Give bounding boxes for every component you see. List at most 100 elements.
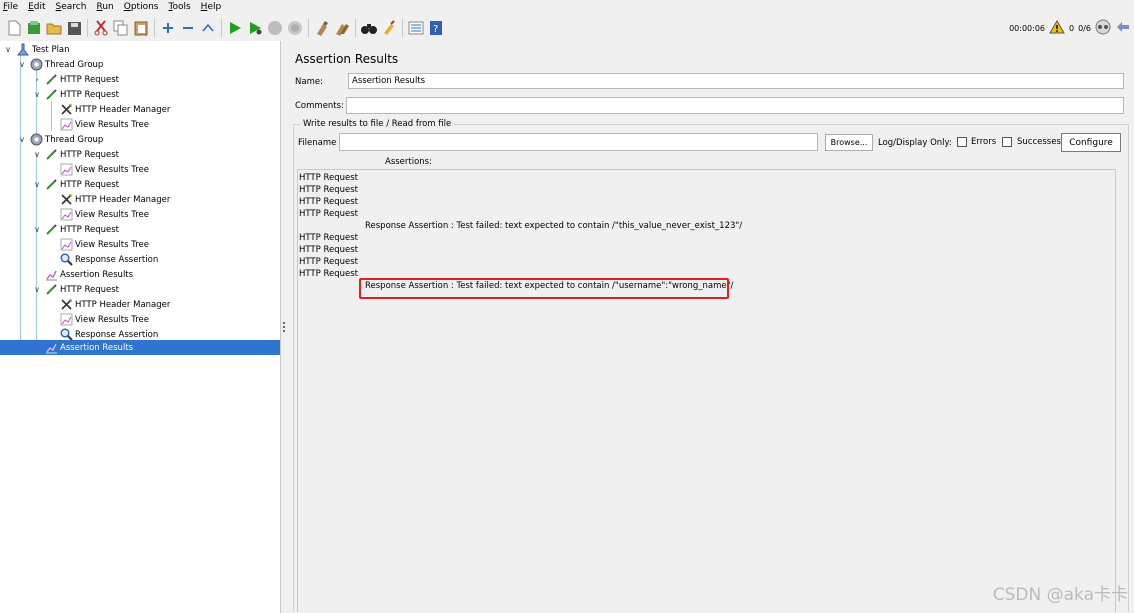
help-icon[interactable]: ? xyxy=(427,19,445,37)
configure-button[interactable]: Configure xyxy=(1061,133,1121,152)
warning-count: 0 xyxy=(1069,23,1075,33)
menu-run[interactable]: Run xyxy=(96,2,113,12)
stop-icon[interactable] xyxy=(266,19,284,37)
collapse-chevron-icon[interactable]: ∨ xyxy=(17,60,27,70)
tree-item-http-request[interactable]: ∨ HTTP Request xyxy=(0,222,280,237)
result-line-sampler: HTTP Request xyxy=(299,245,358,255)
clear-all-icon[interactable] xyxy=(333,19,351,37)
collapse-chevron-icon[interactable]: ∨ xyxy=(3,45,13,55)
tree-item-response-assertion[interactable]: Response Assertion xyxy=(0,252,280,267)
toolbar-separator xyxy=(154,19,155,37)
status-area: 00:00:06 0 0/6 xyxy=(1009,15,1134,41)
collapse-icon[interactable] xyxy=(179,19,197,37)
collapse-chevron-icon[interactable]: ∨ xyxy=(32,150,42,160)
comments-field[interactable] xyxy=(346,97,1124,114)
shutdown-icon[interactable] xyxy=(286,19,304,37)
open-folder-icon[interactable] xyxy=(45,19,63,37)
cut-icon[interactable] xyxy=(92,19,110,37)
expand-chevron-icon[interactable]: › xyxy=(32,75,42,85)
remote-icon[interactable] xyxy=(1115,20,1131,36)
tree-item-http-request[interactable]: ∨ HTTP Request xyxy=(0,147,280,162)
test-plan-icon xyxy=(16,43,30,56)
menu-bar: File Edit Search Run Options Tools Help xyxy=(0,0,1134,14)
function-helper-list-icon[interactable] xyxy=(407,19,425,37)
tree-item-http-request[interactable]: ∨ HTTP Request xyxy=(0,282,280,297)
toolbar-separator xyxy=(402,19,403,37)
tree-item-view-results-tree[interactable]: View Results Tree xyxy=(0,237,280,252)
assertion-results-panel: Assertion Results Name: Assertion Result… xyxy=(289,41,1134,613)
tree-item-label: HTTP Header Manager xyxy=(75,104,171,115)
http-request-pipette-icon xyxy=(44,88,58,101)
tree-item-view-results-tree[interactable]: View Results Tree xyxy=(0,312,280,327)
menu-edit[interactable]: Edit xyxy=(28,2,45,12)
view-results-tree-icon xyxy=(59,313,73,326)
highlight-box xyxy=(359,278,729,299)
menu-tools[interactable]: Tools xyxy=(168,2,190,12)
successes-checkbox[interactable] xyxy=(1002,137,1012,147)
search-binoculars-icon[interactable] xyxy=(360,19,378,37)
clear-icon[interactable] xyxy=(313,19,331,37)
tree-item-http-header-manager[interactable]: HTTP Header Manager xyxy=(0,297,280,312)
assertions-results-area[interactable] xyxy=(297,169,1116,612)
expand-icon[interactable] xyxy=(159,19,177,37)
tree-item-view-results-tree[interactable]: View Results Tree xyxy=(0,117,280,132)
result-line-sampler: HTTP Request xyxy=(299,185,358,195)
new-file-icon[interactable] xyxy=(5,19,23,37)
tree-item-view-results-tree[interactable]: View Results Tree xyxy=(0,162,280,177)
tree-item-label: Assertion Results xyxy=(60,342,134,353)
collapse-chevron-icon[interactable]: ∨ xyxy=(32,285,42,295)
templates-icon[interactable] xyxy=(25,19,43,37)
tree-item-label: HTTP Request xyxy=(60,179,119,190)
toggle-icon[interactable] xyxy=(199,19,217,37)
collapse-chevron-icon[interactable]: ∨ xyxy=(32,225,42,235)
tree-item-label: View Results Tree xyxy=(75,119,149,130)
tree-item-assertion-results[interactable]: Assertion Results xyxy=(0,267,280,282)
warning-icon[interactable] xyxy=(1049,20,1065,36)
tree-item-label: HTTP Request xyxy=(60,74,119,85)
name-field[interactable]: Assertion Results xyxy=(348,73,1124,89)
tree-item-http-header-manager[interactable]: HTTP Header Manager xyxy=(0,192,280,207)
paste-icon[interactable] xyxy=(132,19,150,37)
tree-item-view-results-tree[interactable]: View Results Tree xyxy=(0,207,280,222)
thread-group-gear-icon xyxy=(29,58,43,71)
start-no-timers-icon[interactable] xyxy=(246,19,264,37)
start-icon[interactable] xyxy=(226,19,244,37)
result-line-assertion-failure: Response Assertion : Test failed: text e… xyxy=(365,221,743,231)
filename-label: Filename xyxy=(298,138,337,148)
menu-help[interactable]: Help xyxy=(201,2,222,12)
copy-icon[interactable] xyxy=(112,19,130,37)
collapse-chevron-icon[interactable]: ∨ xyxy=(32,180,42,190)
tree-item-label: HTTP Request xyxy=(60,149,119,160)
tree-item-assertion-results-selected[interactable]: Assertion Results xyxy=(0,340,280,355)
tree-item-http-header-manager[interactable]: HTTP Header Manager xyxy=(0,102,280,117)
assertions-label: Assertions: xyxy=(385,157,432,167)
tree-item-thread-group[interactable]: ∨ Thread Group xyxy=(0,132,280,147)
save-icon[interactable] xyxy=(65,19,83,37)
tree-item-thread-group[interactable]: ∨ Thread Group xyxy=(0,57,280,72)
assertion-results-chart-icon xyxy=(44,268,58,281)
menu-options[interactable]: Options xyxy=(124,2,159,12)
tree-item-label: Thread Group xyxy=(45,134,104,145)
watermark: CSDN @aka卡卡 xyxy=(992,585,1128,605)
test-plan-tree: ∨ Test Plan ∨ Thread Group › HTTP Reques… xyxy=(0,41,281,613)
errors-checkbox[interactable] xyxy=(957,137,967,147)
toolbar-separator xyxy=(308,19,309,37)
tree-item-http-request[interactable]: › HTTP Request xyxy=(0,72,280,87)
splitter-grip-icon[interactable] xyxy=(283,322,286,332)
filename-field[interactable] xyxy=(339,133,818,151)
collapse-chevron-icon[interactable]: ∨ xyxy=(32,90,42,100)
tree-item-test-plan[interactable]: ∨ Test Plan xyxy=(0,42,280,57)
tree-item-http-request[interactable]: ∨ HTTP Request xyxy=(0,177,280,192)
browse-button[interactable]: Browse... xyxy=(825,134,873,151)
http-request-pipette-icon xyxy=(44,148,58,161)
panel-splitter[interactable] xyxy=(281,41,289,613)
menu-search[interactable]: Search xyxy=(56,2,87,12)
tree-item-http-request[interactable]: ∨ HTTP Request xyxy=(0,87,280,102)
reset-search-broom-icon[interactable] xyxy=(380,19,398,37)
collapse-chevron-icon[interactable]: ∨ xyxy=(17,135,27,145)
tree-item-label: HTTP Request xyxy=(60,89,119,100)
menu-file[interactable]: File xyxy=(3,2,18,12)
tree-item-label: HTTP Request xyxy=(60,224,119,235)
tree-item-label: Assertion Results xyxy=(60,269,134,280)
tree-item-label: HTTP Header Manager xyxy=(75,194,171,205)
